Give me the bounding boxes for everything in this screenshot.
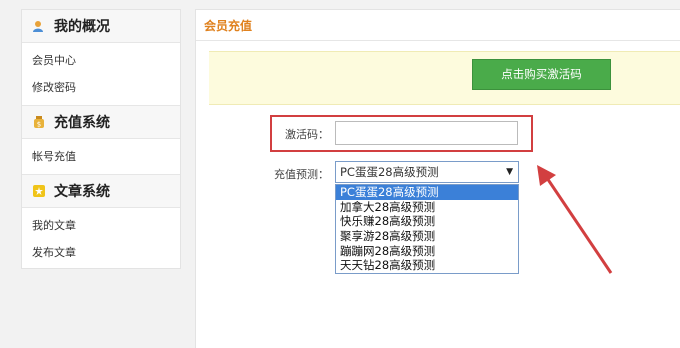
annotation-arrow-icon <box>537 165 613 274</box>
